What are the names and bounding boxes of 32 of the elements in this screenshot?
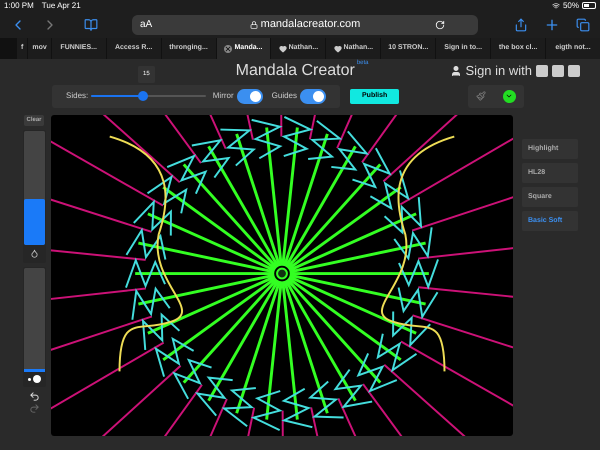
status-time: 1:00 PM [4,0,34,12]
tabs-icon[interactable] [576,18,590,32]
guides-toggle[interactable] [300,88,326,104]
battery-icon [582,2,596,9]
user-icon [450,65,462,77]
brush-size-icon [28,375,40,383]
share-icon[interactable] [514,18,528,32]
guides-label: Guides [272,90,297,102]
sign-in-text: Sign in with [466,62,532,80]
address-bar[interactable]: aA mandalacreator.com [132,14,478,34]
brush-icon[interactable] [476,91,486,101]
opacity-icon [30,249,38,258]
mandala-drawing[interactable] [51,115,513,436]
size-slider[interactable] [24,268,44,372]
sides-slider[interactable] [91,91,206,101]
text-size-control[interactable]: aA [140,17,200,32]
color-picker[interactable] [502,90,516,102]
sides-label: Sides: [66,90,88,102]
new-tab-icon[interactable] [544,16,560,32]
wifi-icon [552,2,560,10]
opacity-slider[interactable] [24,131,44,245]
undo-icon[interactable] [28,391,40,402]
url-text: mandalacreator.com [260,17,360,32]
lock-icon [250,20,258,28]
book-icon[interactable] [84,18,98,32]
close-icon[interactable] [224,44,232,52]
chevron-down-icon [505,92,514,100]
status-date: Tue Apr 21 [42,0,81,12]
mirror-label: Mirror [212,90,234,102]
mirror-toggle[interactable] [236,88,263,104]
battery-percent: 50% [562,0,579,12]
app-title: Mandala Creator [236,61,355,81]
